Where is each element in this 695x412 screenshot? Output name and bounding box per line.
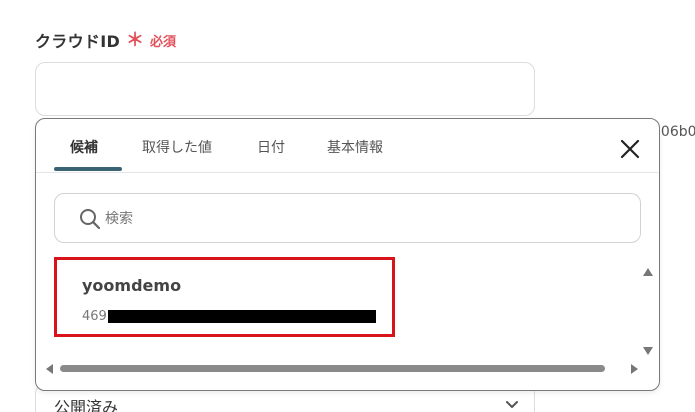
close-button[interactable] — [616, 135, 644, 163]
required-text: 必須 — [150, 34, 177, 50]
scroll-thumb[interactable] — [60, 365, 605, 372]
horizontal-scrollbar[interactable] — [46, 361, 638, 377]
scroll-up-arrow-icon[interactable] — [643, 268, 653, 276]
candidate-id-prefix: 469 — [82, 309, 107, 324]
tab-basic-info[interactable]: 基本情報 — [327, 137, 383, 157]
tab-acquired-values[interactable]: 取得した値 — [142, 137, 212, 157]
candidate-list: yoomdemo 469 — [54, 257, 638, 357]
active-tab-indicator — [54, 167, 122, 171]
status-select-value: 公開済み — [54, 398, 119, 412]
tab-date[interactable]: 日付 — [257, 137, 285, 157]
tab-bar: 候補 取得した値 日付 基本情報 — [36, 119, 659, 173]
scroll-left-arrow-icon[interactable] — [46, 364, 53, 374]
chevron-down-icon — [506, 401, 518, 408]
search-input[interactable] — [105, 206, 605, 232]
vertical-scrollbar[interactable] — [640, 265, 656, 357]
value-picker-popup: 候補 取得した値 日付 基本情報 yoomdemo 469 — [35, 118, 660, 391]
candidate-name: yoomdemo — [82, 276, 182, 295]
scroll-down-arrow-icon[interactable] — [643, 347, 653, 355]
cloud-id-label: クラウドID ＊ 必須 — [35, 28, 176, 52]
tab-candidates[interactable]: 候補 — [70, 137, 98, 157]
candidate-id: 469 — [82, 309, 376, 324]
search-icon — [80, 209, 101, 230]
cloud-id-input[interactable] — [35, 62, 535, 116]
field-label-text: クラウドID — [35, 32, 121, 51]
close-icon — [620, 139, 640, 159]
redaction-bar — [107, 310, 376, 323]
required-asterisk: ＊ — [126, 30, 145, 51]
search-box — [54, 193, 641, 243]
scroll-right-arrow-icon[interactable] — [631, 364, 638, 374]
candidate-item[interactable]: yoomdemo 469 — [58, 261, 392, 335]
